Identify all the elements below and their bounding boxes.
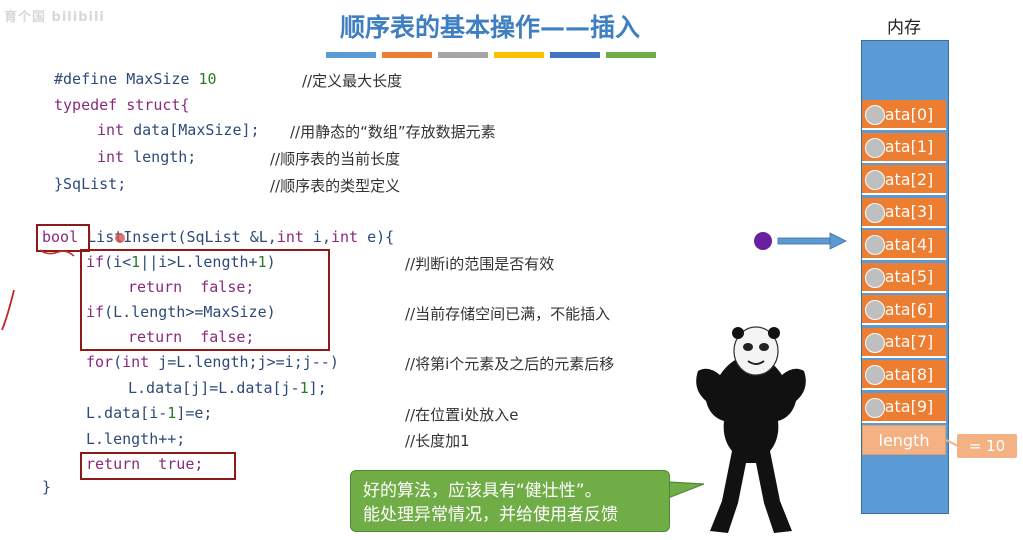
cell-marker-icon [865,202,885,223]
memory-cell-label: ata[4] [884,234,934,254]
length-value-label: = 10 [957,434,1017,458]
memory-cell-label: ata[6] [884,299,934,319]
length-cell: length [862,425,946,455]
code-comment: //用静态的“数组”存放数据元素 [290,123,496,141]
cell-marker-icon [865,397,885,418]
memory-cell-6: ata[6] [862,295,946,325]
memory-cell-8: ata[8] [862,360,946,390]
memory-cell-label: ata[1] [884,137,934,156]
speech-bubble: 好的算法，应该具有“健壮性”。 能处理异常情况，并给使用者反馈 [350,470,670,532]
color-bar-3 [494,52,544,58]
slide-title: 顺序表的基本操作——插入 [339,13,640,42]
color-bar-1 [382,52,432,58]
color-bar-0 [326,52,376,58]
code-comment: //判断i的范围是否有效 [405,255,555,273]
code-line-for: for(int j=L.length;j>=i;j--) [86,353,339,371]
color-bar-4 [550,52,600,58]
memory-cell-1: ata[1] [862,132,946,163]
color-bar-5 [606,52,656,58]
code-line-define: #define MaxSize 10 [54,70,217,88]
memory-cell-4: ata[4] [862,230,946,260]
code-line-close: } [42,478,52,496]
memory-title: 内存 [887,18,921,38]
memory-cell-label: ata[9] [884,397,934,416]
memory-cell-7: ata[7] [862,327,946,358]
memory-cell-2: ata[2] [862,165,946,195]
code-comment: //在位置i处放入e [405,406,519,424]
code-comment: //将第i个元素及之后的元素后移 [405,355,615,373]
memory-cell-label: ata[0] [884,104,934,124]
return-true-highlight-box [80,452,236,480]
memory-cell-label: ata[7] [884,332,934,351]
code-comment: //当前存储空间已满，不能插入 [405,305,611,323]
cell-marker-icon [865,332,885,353]
code-line-length: int length; [97,148,197,166]
code-comment: //顺序表的类型定义 [270,177,401,195]
cell-marker-icon [865,137,885,158]
memory-cell-9: ata[9] [862,392,946,423]
cell-marker-icon [865,105,885,125]
insert-pointer-arrow [754,232,847,250]
code-line-increment: L.length++; [86,430,186,448]
pen-annotation [1,233,125,331]
cell-marker-icon [865,235,885,255]
code-line-typedef: typedef struct{ [54,96,190,114]
bubble-tail [668,481,705,499]
cell-marker-icon [865,267,885,288]
code-line-data: int data[MaxSize]; [97,121,260,139]
cell-marker-icon [865,170,885,190]
cell-marker-icon [865,365,885,385]
memory-cell-5: ata[5] [862,262,946,293]
code-line-shift: L.data[j]=L.data[j-1]; [128,379,327,397]
code-comment: //长度加1 [405,432,470,450]
length-connector [946,439,959,447]
code-comment: //定义最大长度 [302,72,403,90]
memory-cell-label: ata[5] [884,267,934,286]
memory-cell-0: ata[0] [862,100,946,130]
code-comment: //顺序表的当前长度 [270,150,401,168]
memory-cell-label: ata[3] [884,202,934,221]
bubble-line-1: 好的算法，应该具有“健壮性”。 [363,481,602,501]
bubble-line-2: 能处理异常情况，并给使用者反馈 [363,505,618,525]
watermark: 育个国 bilibili [4,10,105,25]
memory-cell-label: ata[8] [884,364,934,384]
cell-marker-icon [865,300,885,320]
memory-cell-3: ata[3] [862,197,946,228]
panda-meme-figure [696,326,806,533]
code-line-sqlist: }SqList; [54,175,127,193]
memory-cell-label: ata[2] [884,169,934,189]
color-bar-2 [438,52,488,58]
code-line-assign: L.data[i-1]=e; [86,404,213,422]
